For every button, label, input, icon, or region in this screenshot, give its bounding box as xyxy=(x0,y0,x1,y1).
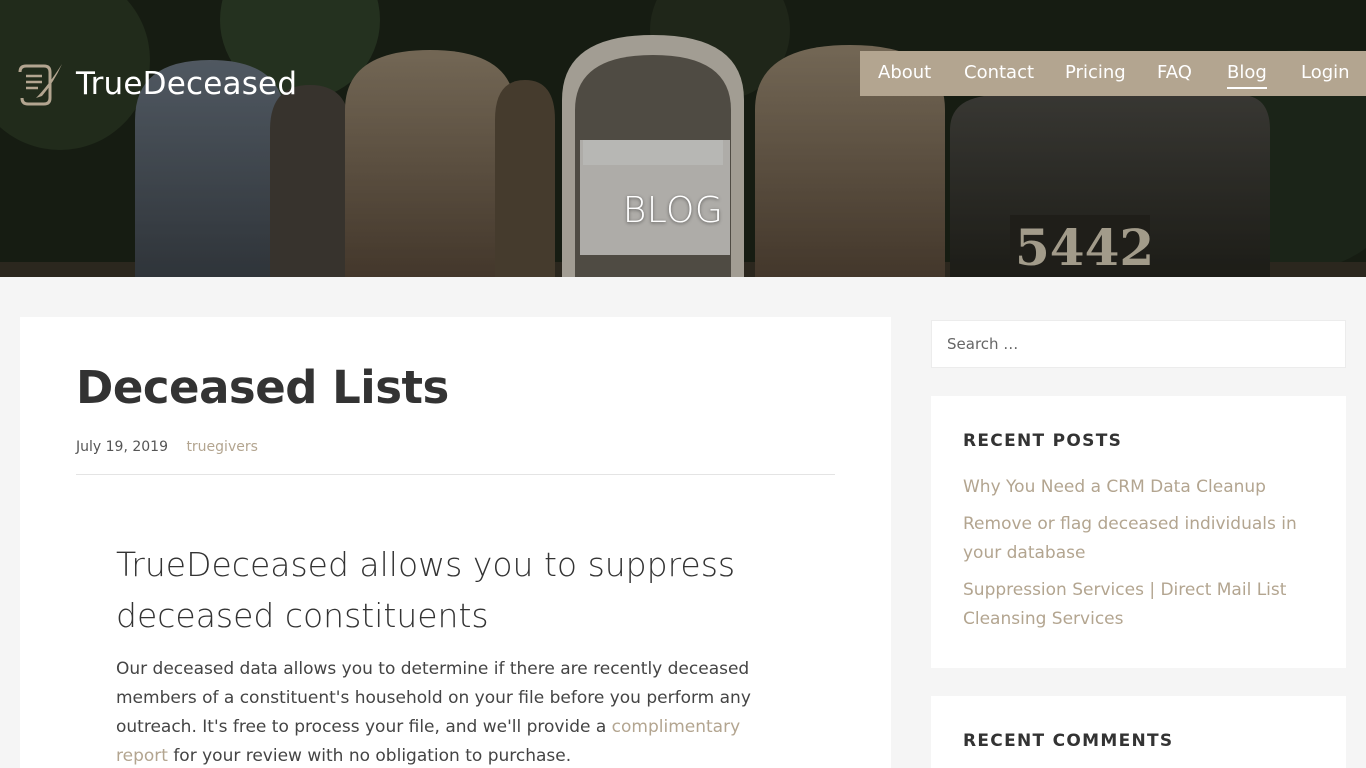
recent-post-link[interactable]: Suppression Services | Direct Mail List … xyxy=(963,576,1323,634)
post-body-paragraph: Our deceased data allows you to determin… xyxy=(116,655,766,768)
recent-comments-widget: RECENT COMMENTS xyxy=(931,696,1346,768)
post-card: Deceased Lists July 19, 2019 truegivers … xyxy=(20,317,891,768)
post-title: Deceased Lists xyxy=(76,361,449,414)
nav-item-pricing[interactable]: Pricing xyxy=(1065,62,1126,83)
search-input[interactable] xyxy=(947,335,1330,353)
site-logo[interactable]: TrueDeceased xyxy=(14,58,297,110)
nav-item-faq[interactable]: FAQ xyxy=(1157,62,1192,83)
nav-item-login[interactable]: Login xyxy=(1301,62,1350,83)
hero-banner: 5442 TrueDeceased About Contact Pricing … xyxy=(0,0,1366,277)
meta-divider xyxy=(76,474,835,475)
hero-overlay xyxy=(0,0,1366,277)
recent-posts-list: Why You Need a CRM Data Cleanup Remove o… xyxy=(963,473,1323,642)
page-title: BLOG xyxy=(622,190,724,231)
recent-posts-title: RECENT POSTS xyxy=(963,431,1123,451)
post-section-heading: TrueDeceased allows you to suppress dece… xyxy=(116,545,736,635)
main-nav: About Contact Pricing FAQ Blog Login xyxy=(860,51,1366,96)
recent-post-link[interactable]: Why You Need a CRM Data Cleanup xyxy=(963,473,1323,502)
post-author-link[interactable]: truegivers xyxy=(186,439,257,455)
nav-item-contact[interactable]: Contact xyxy=(964,62,1034,83)
body-text-end: for your review with no obligation to pu… xyxy=(167,746,572,766)
recent-comments-title: RECENT COMMENTS xyxy=(963,731,1174,751)
recent-post-link[interactable]: Remove or flag deceased individuals in y… xyxy=(963,510,1323,568)
post-date: July 19, 2019 xyxy=(76,439,168,455)
recent-posts-widget: RECENT POSTS Why You Need a CRM Data Cle… xyxy=(931,396,1346,668)
post-meta: July 19, 2019 truegivers xyxy=(76,439,258,455)
nav-item-about[interactable]: About xyxy=(878,62,931,83)
scroll-quill-logo-icon xyxy=(18,64,62,106)
nav-item-blog[interactable]: Blog xyxy=(1227,62,1267,89)
search-box xyxy=(931,320,1346,368)
site-name: TrueDeceased xyxy=(76,66,298,102)
